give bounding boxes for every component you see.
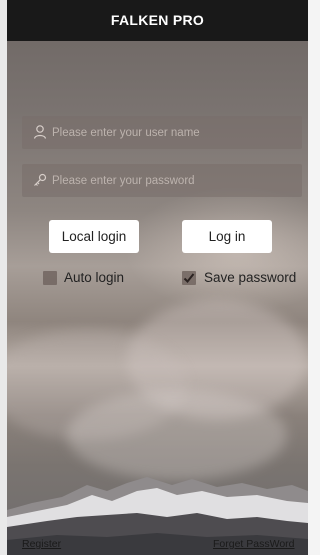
login-button[interactable]: Log in <box>182 220 272 253</box>
user-icon <box>33 125 47 139</box>
password-input[interactable] <box>52 164 297 197</box>
username-field[interactable] <box>22 116 302 149</box>
username-input[interactable] <box>52 116 297 149</box>
password-field[interactable] <box>22 164 302 197</box>
auto-login-checkbox[interactable] <box>43 271 57 285</box>
login-screen: FALKEN PRO Local login Log in Auto login… <box>7 0 308 555</box>
key-icon <box>34 173 47 186</box>
checkmark-icon <box>183 273 195 283</box>
app-header: FALKEN PRO <box>7 0 308 41</box>
save-password-checkbox[interactable] <box>182 271 196 285</box>
save-password-label: Save password <box>204 270 297 285</box>
forget-password-link[interactable]: Forget PassWord <box>213 538 295 550</box>
left-edge-strip <box>0 0 7 555</box>
app-title: FALKEN PRO <box>110 12 205 28</box>
auto-login-label: Auto login <box>64 270 125 285</box>
local-login-button[interactable]: Local login <box>49 220 139 253</box>
register-link[interactable]: Register <box>22 538 61 550</box>
